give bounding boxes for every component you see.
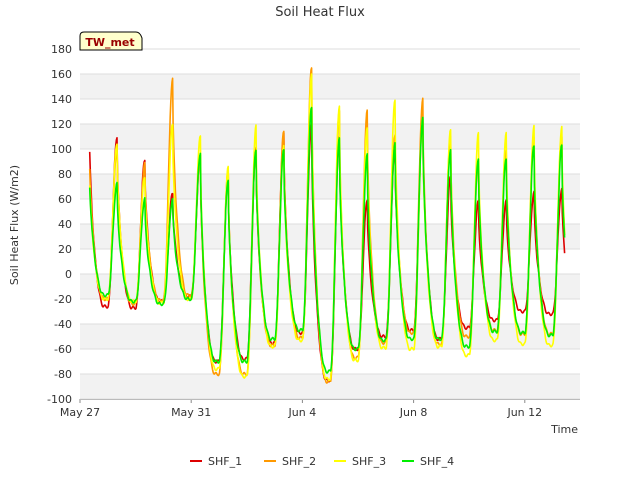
y-tick-label: 60 [58, 193, 72, 206]
grid-band [80, 324, 580, 349]
grid-band [80, 224, 580, 249]
badge-label: TW_met [85, 36, 134, 49]
x-axis-label: Time [550, 423, 578, 436]
y-tick-label: -40 [54, 318, 72, 331]
grid-band [80, 74, 580, 99]
y-tick-label: -60 [54, 343, 72, 356]
legend-label: SHF_3 [352, 455, 386, 468]
grid-band [80, 174, 580, 199]
grid-band [80, 249, 580, 274]
y-axis-ticks: -100 -80 -60 -40 -20 0 20 40 60 80 100 120 140 160 180 [47, 43, 72, 406]
y-tick-label: 120 [51, 118, 72, 131]
y-tick-label: 160 [51, 68, 72, 81]
grid-band [80, 99, 580, 124]
legend-label: SHF_1 [208, 455, 242, 468]
legend-label: SHF_4 [420, 455, 454, 468]
legend-label: SHF_2 [282, 455, 316, 468]
y-tick-label: 140 [51, 93, 72, 106]
y-tick-label: -100 [47, 393, 72, 406]
y-tick-label: 40 [58, 218, 72, 231]
y-tick-label: -20 [54, 293, 72, 306]
x-tick-label: Jun 12 [506, 406, 542, 419]
x-tick-label: May 31 [171, 406, 211, 419]
x-tick-label: May 27 [60, 406, 100, 419]
station-badge: TW_met [79, 31, 143, 51]
y-axis-label: Soil Heat Flux (W/m2) [8, 165, 21, 285]
x-axis-ticks: May 27 May 31 Jun 4 Jun 8 Jun 12 [60, 399, 542, 419]
y-tick-label: -80 [54, 368, 72, 381]
x-tick-label: Jun 4 [288, 406, 317, 419]
grid-band [80, 299, 580, 324]
grid-band [80, 49, 580, 74]
y-tick-label: 100 [51, 143, 72, 156]
y-tick-label: 20 [58, 243, 72, 256]
y-tick-label: 80 [58, 168, 72, 181]
soil-heat-flux-chart: -100 -80 -60 -40 -20 0 20 40 60 80 100 120 140 160 180… [8, 5, 580, 468]
x-tick-label: Jun 8 [399, 406, 428, 419]
chart-title: Soil Heat Flux [275, 5, 365, 20]
y-tick-label: 180 [51, 43, 72, 56]
y-tick-label: 0 [65, 268, 72, 281]
legend: SHF_1 SHF_2 SHF_3 SHF_4 [190, 455, 454, 468]
